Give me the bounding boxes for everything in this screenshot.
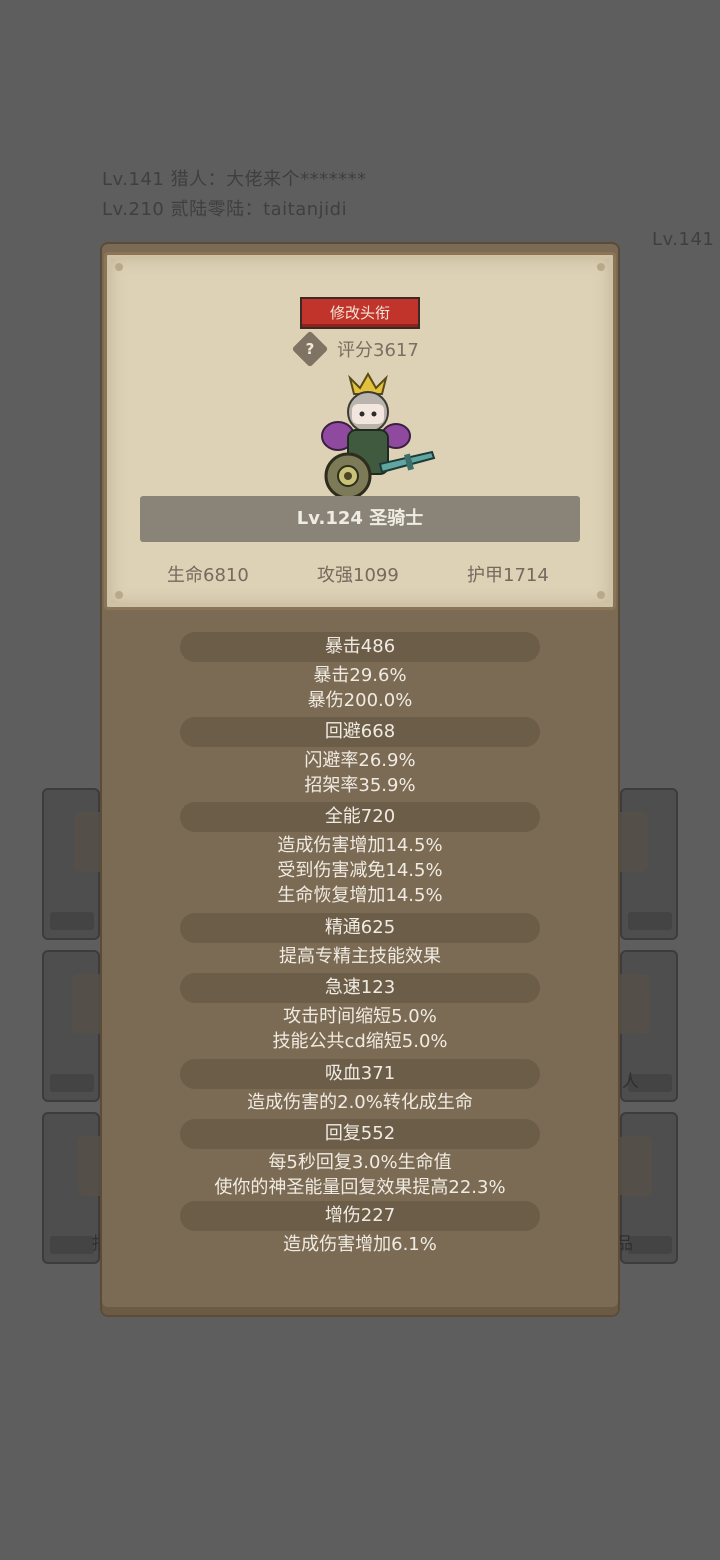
section-line: 造成伤害增加6.1% — [283, 1234, 437, 1255]
section-crit-title: 暴击486 — [180, 632, 540, 662]
slot-label-bar — [628, 1236, 672, 1254]
character-name-bar: Lv.124 圣骑士 — [140, 496, 580, 542]
score-label: 评分3617 — [337, 340, 419, 361]
equipment-icon — [618, 1136, 652, 1196]
chat-line: Lv.141 猎人：大佬来个******* — [102, 169, 367, 190]
section-lifesteal-title: 吸血371 — [180, 1059, 540, 1089]
section-line: 使你的神圣能量回复效果提高22.3% — [214, 1177, 506, 1198]
change-title-button[interactable]: 修改头衔 — [300, 297, 420, 329]
chat-line: Lv.141 猎 — [652, 229, 720, 250]
slot-label: 人 — [622, 1072, 639, 1092]
hp-stat: 生命6810 — [167, 565, 249, 586]
slot-label-bar — [50, 1236, 94, 1254]
section-line: 造成伤害的2.0%转化成生命 — [247, 1092, 473, 1113]
equipment-slot-right-3: 品 — [616, 1112, 678, 1264]
attack-stat: 攻强1099 — [317, 565, 399, 586]
section-haste-title: 急速123 — [180, 973, 540, 1003]
section-line: 招架率35.9% — [304, 775, 416, 796]
section-line: 攻击时间缩短5.0% — [283, 1006, 437, 1027]
section-line: 生命恢复增加14.5% — [277, 885, 443, 906]
section-line: 闪避率26.9% — [304, 750, 416, 771]
section-line: 提高专精主技能效果 — [279, 946, 441, 967]
equipment-slot-left-1 — [42, 788, 108, 940]
equipment-slot-right-2: 人 — [616, 950, 678, 1102]
armor-stat: 护甲1714 — [467, 565, 549, 586]
section-avoid-title: 回避668 — [180, 717, 540, 747]
section-line: 受到伤害减免14.5% — [277, 860, 443, 881]
chat-line: Lv.210 贰陆零陆：taitanjidi — [102, 199, 348, 220]
help-icon[interactable]: ? — [291, 330, 329, 368]
slot-label-bar — [50, 1074, 94, 1092]
slot-label-bar — [628, 912, 672, 930]
equipment-slot-right-1 — [614, 788, 678, 940]
section-versatility-title: 全能720 — [180, 802, 540, 832]
section-regen-title: 回复552 — [180, 1119, 540, 1149]
character-avatar — [321, 371, 436, 500]
equipment-slot-left-2 — [42, 950, 106, 1102]
slot-label-bar — [50, 912, 94, 930]
section-line: 技能公共cd缩短5.0% — [272, 1031, 448, 1052]
section-line: 暴击29.6% — [313, 665, 407, 686]
section-line: 暴伤200.0% — [307, 690, 413, 711]
equipment-icon — [616, 974, 650, 1034]
section-line: 每5秒回复3.0%生命值 — [268, 1152, 452, 1173]
section-damage-title: 增伤227 — [180, 1201, 540, 1231]
equipment-slot-left-3: 指 — [42, 1112, 112, 1264]
section-mastery-title: 精通625 — [180, 913, 540, 943]
section-line: 造成伤害增加14.5% — [277, 835, 443, 856]
